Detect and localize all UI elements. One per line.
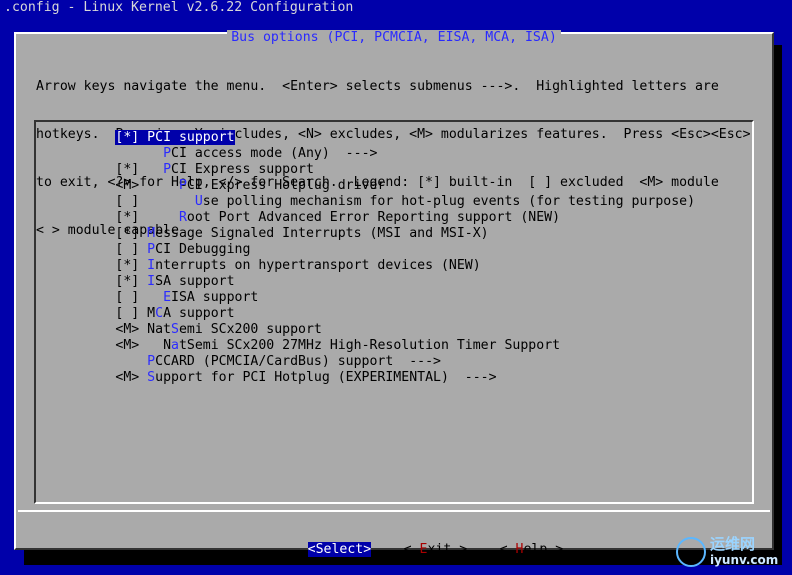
menu-item-state: [*] (115, 210, 148, 225)
menu-item-state: [*] (115, 162, 148, 177)
menu-item-state: [*] (115, 274, 148, 289)
menu-item-state: [*] (115, 130, 148, 145)
menu-item-state: [*] (115, 226, 148, 241)
menu-item-state: [ ] (115, 290, 148, 305)
select-button[interactable]: <Select> (260, 526, 372, 557)
menu-item-label: CI access mode (Any) ---> (171, 146, 378, 161)
menu-item-content: [ ] PCI Debugging (115, 242, 250, 257)
menu-item-label: CI Express support (171, 162, 314, 177)
button-separator (18, 510, 770, 512)
bus-options-dialog: Bus options (PCI, PCMCIA, EISA, MCA, ISA… (14, 30, 774, 557)
menu-item-hotkey: C (155, 306, 164, 321)
menu-item-state: [*] (115, 258, 148, 273)
menu-item-content: <M> Support for PCI Hotplug (EXPERIMENTA… (115, 370, 496, 385)
menu-item-content: <M> PCI Express Hotplug driver (115, 178, 385, 193)
menu-item-label: emi SCx200 support (178, 322, 322, 337)
menu-item-content: [*] PCI Express support (115, 162, 314, 177)
menu-item-content: [*] Root Port Advanced Error Reporting s… (115, 210, 560, 225)
menu-box: [*] PCI support PCI access mode (Any) --… (34, 120, 754, 504)
menu-item[interactable]: <M> Support for PCI Hotplug (EXPERIMENTA… (36, 370, 695, 386)
help-button[interactable]: < Help > (452, 526, 564, 557)
menu-item[interactable]: [ ] EISA support (36, 290, 695, 306)
menu-item-content: PCCARD (PCMCIA/CardBus) support ---> (115, 354, 441, 369)
menu-item-state: <M> (115, 338, 148, 353)
menu-item[interactable]: [*] ISA support (36, 274, 695, 290)
menu-item-hotkey: S (147, 370, 156, 385)
watermark-logo-icon (676, 537, 706, 567)
menu-item-hotkey: I (147, 274, 156, 289)
menu-item-state: <M> (115, 370, 148, 385)
menu-item-hotkey: R (178, 210, 187, 225)
menu-item-content: [ ] EISA support (115, 290, 258, 305)
watermark: 运维网 iyunv.com (676, 535, 788, 571)
menu-item-label: CI Debugging (155, 242, 251, 257)
menu-item-content: [*] Message Signaled Interrupts (MSI and… (115, 226, 488, 241)
menu-item-content: PCI access mode (Any) ---> (115, 146, 377, 161)
menu-item-hotkey: P (147, 354, 156, 369)
menu-item-label: SA support (155, 274, 235, 289)
exit-button[interactable]: < Exit > (356, 526, 468, 557)
menu-item-state (115, 146, 147, 162)
menu-item-state (115, 354, 147, 370)
menu-item[interactable]: <M> PCI Express Hotplug driver (36, 178, 695, 194)
menu-item-content: [*] PCI support (115, 130, 235, 145)
menu-item-label: A support (163, 306, 235, 321)
menu-item-hotkey: P (163, 146, 172, 161)
menu-item[interactable]: [*] Interrupts on hypertransport devices… (36, 258, 695, 274)
menu-item[interactable]: <M> NatSemi SCx200 support (36, 322, 695, 338)
menu-item-hotkey: a (171, 338, 179, 353)
menu-item-hotkey: M (147, 226, 156, 241)
menu-item[interactable]: [ ] MCA support (36, 306, 695, 322)
menu-item-label: ISA support (171, 290, 259, 305)
menu-item-label: essage Signaled Interrupts (MSI and MSI-… (155, 226, 489, 241)
menu-item-label: upport for PCI Hotplug (EXPERIMENTAL) --… (155, 370, 497, 385)
menu-item-label: CI support (155, 130, 235, 145)
menu-item-hotkey: I (147, 258, 156, 273)
menu-item-state: [ ] (115, 242, 148, 257)
menu-item-hotkey: U (194, 194, 203, 209)
button-bar: <Select> < Exit > < Help > (16, 526, 772, 557)
menu-item[interactable]: PCCARD (PCMCIA/CardBus) support ---> (36, 354, 695, 370)
menu-item-hotkey: S (171, 322, 179, 337)
menu-item-label: tSemi SCx200 27MHz High-Resolution Timer… (178, 338, 561, 353)
menu-item-state: <M> (115, 322, 148, 337)
watermark-url: iyunv.com (710, 553, 779, 567)
menu-item-label: CI Express Hotplug driver (186, 178, 386, 193)
menu-item-hotkey: E (163, 290, 172, 305)
menu-item[interactable]: [*] PCI Express support (36, 162, 695, 178)
menu-item-state: [ ] (115, 306, 148, 321)
select-hotkey: S (315, 542, 324, 557)
menu-item-hotkey: P (147, 130, 156, 145)
menu-item[interactable]: [*] Message Signaled Interrupts (MSI and… (36, 226, 695, 242)
menu-list: [*] PCI support PCI access mode (Any) --… (36, 130, 695, 386)
menu-item-label: nterrupts on hypertransport devices (NEW… (155, 258, 481, 273)
dialog-title-bar: Bus options (PCI, PCMCIA, EISA, MCA, ISA… (16, 30, 772, 46)
menu-item-content: [ ] Use polling mechanism for hot-plug e… (115, 194, 695, 209)
menu-item[interactable]: [ ] PCI Debugging (36, 242, 695, 258)
menu-item-hotkey: P (178, 178, 187, 193)
dialog-title: Bus options (PCI, PCMCIA, EISA, MCA, ISA… (227, 30, 561, 45)
menu-item[interactable]: PCI access mode (Any) ---> (36, 146, 695, 162)
help-line: Arrow keys navigate the menu. <Enter> se… (36, 79, 719, 94)
menu-item-state: <M> (115, 178, 148, 193)
menu-item-label: se polling mechanism for hot-plug events… (202, 194, 696, 209)
menu-item-hotkey: P (163, 162, 172, 177)
menu-item[interactable]: [ ] Use polling mechanism for hot-plug e… (36, 194, 695, 210)
menu-item-state: [ ] (115, 194, 148, 209)
menu-item-content: <M> NatSemi SCx200 support (115, 322, 322, 337)
menu-item-hotkey: P (147, 242, 156, 257)
menu-item[interactable]: [*] Root Port Advanced Error Reporting s… (36, 210, 695, 226)
menu-item-content: [*] ISA support (115, 274, 234, 289)
menu-item-content: [*] Interrupts on hypertransport devices… (115, 258, 480, 273)
menu-item-label: oot Port Advanced Error Reporting suppor… (186, 210, 561, 225)
menu-item-content: [ ] MCA support (115, 306, 235, 321)
menu-item[interactable]: [*] PCI support (36, 130, 695, 146)
watermark-text: 运维网 (710, 535, 756, 553)
window-title: .config - Linux Kernel v2.6.22 Configura… (4, 0, 354, 15)
menu-item-content: <M> NatSemi SCx200 27MHz High-Resolution… (115, 338, 561, 353)
menu-item[interactable]: <M> NatSemi SCx200 27MHz High-Resolution… (36, 338, 695, 354)
menu-item-label: CCARD (PCMCIA/CardBus) support ---> (155, 354, 441, 369)
